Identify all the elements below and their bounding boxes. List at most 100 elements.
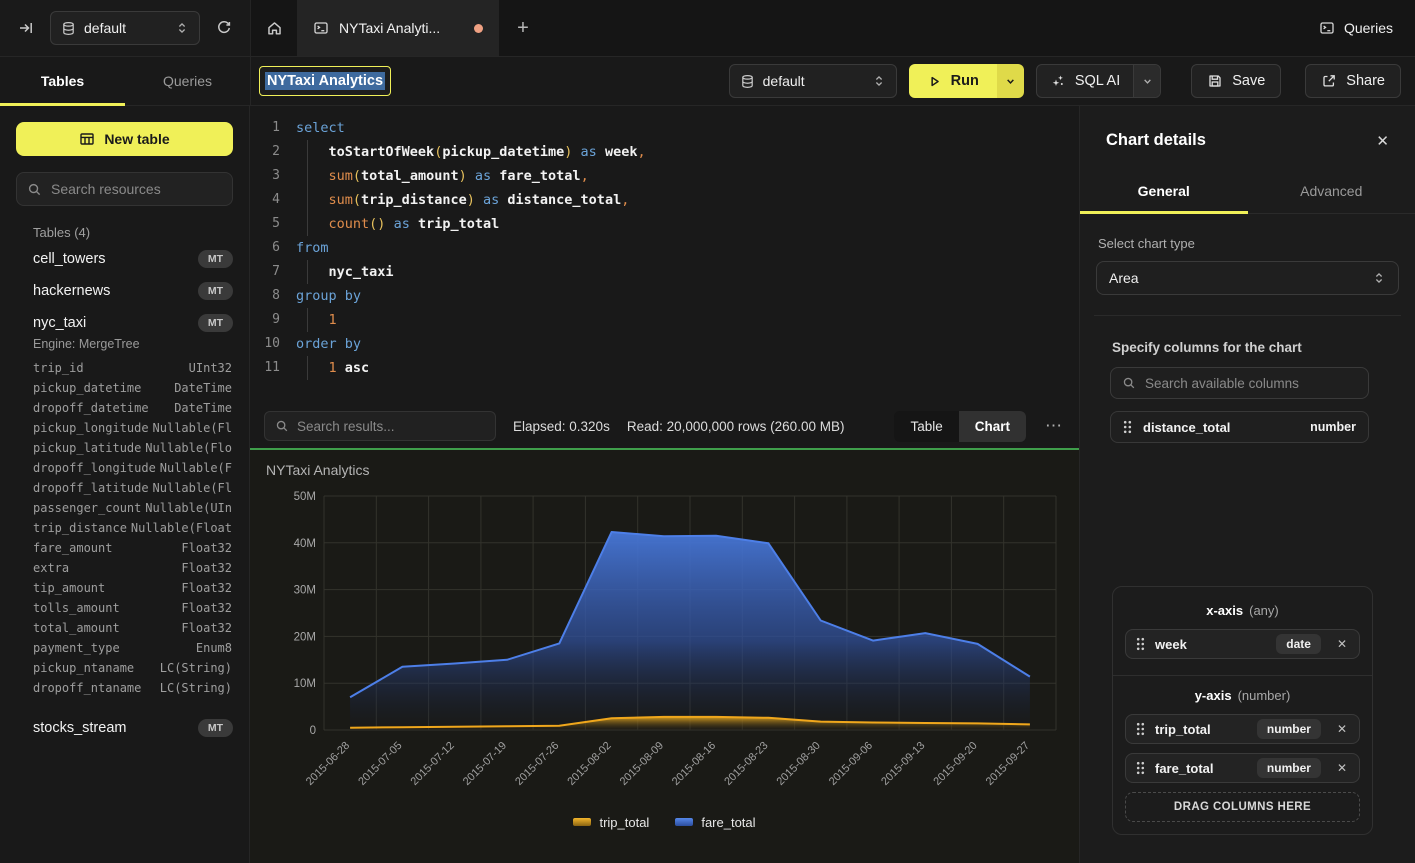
chart-title: NYTaxi Analytics — [266, 458, 1063, 484]
axes-divider — [1113, 675, 1372, 676]
refresh-button[interactable] — [210, 14, 238, 42]
column-type: DateTime — [174, 398, 232, 418]
view-toggle-chart[interactable]: Chart — [959, 411, 1026, 442]
legend-item-trip_total[interactable]: trip_total — [573, 815, 649, 830]
axis-item-week[interactable]: weekdate✕ — [1125, 629, 1360, 659]
code-line-1[interactable]: 1select — [258, 116, 1079, 140]
elapsed-time: Elapsed: 0.320s — [513, 419, 610, 434]
save-button[interactable]: Save — [1191, 64, 1281, 98]
drag-handle-icon[interactable] — [1123, 420, 1132, 434]
axis-item-trip_total[interactable]: trip_totalnumber✕ — [1125, 714, 1360, 744]
query-tab[interactable]: NYTaxi Analyti... — [297, 0, 499, 56]
table-item-cell_towers[interactable]: cell_towersMT — [16, 243, 233, 275]
table-name: stocks_stream — [33, 720, 126, 736]
query-database-value: default — [763, 73, 805, 89]
database-selector[interactable]: default — [50, 11, 200, 45]
new-table-button[interactable]: New table — [16, 122, 233, 156]
code-line-7[interactable]: 7 nyc_taxi — [258, 260, 1079, 284]
remove-icon[interactable]: ✕ — [1335, 759, 1349, 777]
home-button[interactable] — [251, 0, 297, 56]
code-text: count() as trip_total — [296, 212, 499, 236]
column-type: Float32 — [181, 578, 232, 598]
sidebar-tab-queries[interactable]: Queries — [125, 57, 250, 105]
unsaved-changes-dot — [474, 24, 483, 33]
column-type: LC(String) — [160, 658, 232, 678]
code-line-11[interactable]: 11 1 asc — [258, 356, 1079, 380]
column-row: dropoff_datetimeDateTime — [33, 398, 232, 418]
indent-guide — [307, 188, 308, 212]
column-type: Nullable(Fl — [153, 478, 232, 498]
code-line-6[interactable]: 6from — [258, 236, 1079, 260]
column-type: Nullable(Flo — [145, 438, 232, 458]
remove-icon[interactable]: ✕ — [1335, 635, 1349, 653]
available-column-distance_total[interactable]: distance_totalnumber — [1110, 411, 1369, 443]
sql-ai-options-button[interactable] — [1133, 65, 1160, 97]
query-title-selected-text: NYTaxi Analytics — [265, 72, 385, 90]
svg-text:30M: 30M — [294, 585, 316, 597]
line-number: 9 — [258, 308, 280, 332]
column-name: pickup_longitude — [33, 418, 149, 438]
run-options-button[interactable] — [997, 64, 1024, 98]
column-row: trip_idUInt32 — [33, 358, 232, 378]
chevron-updown-icon — [175, 21, 189, 35]
results-more-button[interactable]: ⋯ — [1043, 416, 1065, 436]
column-name: dropoff_ntaname — [33, 678, 141, 698]
svg-text:10M: 10M — [294, 678, 316, 690]
queries-button[interactable]: Queries — [1297, 0, 1415, 56]
remove-icon[interactable]: ✕ — [1335, 720, 1349, 738]
code-line-10[interactable]: 10order by — [258, 332, 1079, 356]
table-item-hackernews[interactable]: hackernewsMT — [16, 275, 233, 307]
sidebar: New table Search resources Tables (4) ce… — [0, 106, 250, 863]
drag-handle-icon[interactable] — [1136, 722, 1145, 736]
view-toggle-table[interactable]: Table — [894, 411, 958, 442]
code-line-5[interactable]: 5 count() as trip_total — [258, 212, 1079, 236]
sql-ai-button[interactable]: SQL AI — [1037, 65, 1133, 97]
svg-text:2015-07-19: 2015-07-19 — [461, 740, 509, 788]
indent-guide — [307, 212, 308, 236]
code-line-4[interactable]: 4 sum(trip_distance) as distance_total, — [258, 188, 1079, 212]
code-line-2[interactable]: 2 toStartOfWeek(pickup_datetime) as week… — [258, 140, 1079, 164]
engine-badge: MT — [198, 282, 233, 300]
line-number: 6 — [258, 236, 280, 260]
sub-header: Tables Queries NYTaxi Analytics default … — [0, 56, 1415, 106]
drag-handle-icon[interactable] — [1136, 637, 1145, 651]
table-item-nyc_taxi[interactable]: nyc_taxiMT — [16, 307, 233, 339]
new-tab-button[interactable]: + — [499, 0, 547, 56]
run-button[interactable]: Run — [909, 64, 997, 98]
code-line-3[interactable]: 3 sum(total_amount) as fare_total, — [258, 164, 1079, 188]
query-database-selector[interactable]: default — [729, 64, 897, 98]
resources-search-input[interactable]: Search resources — [16, 172, 233, 206]
y-axis-hint: (number) — [1238, 688, 1291, 703]
legend-label: trip_total — [599, 815, 649, 830]
sql-ai-button-group: SQL AI — [1036, 64, 1161, 98]
tab-advanced[interactable]: Advanced — [1248, 171, 1415, 213]
share-button[interactable]: Share — [1305, 64, 1401, 98]
results-search-placeholder: Search results... — [297, 419, 395, 434]
legend-item-fare_total[interactable]: fare_total — [675, 815, 755, 830]
column-row: pickup_longitudeNullable(Fl — [33, 418, 232, 438]
svg-text:2015-06-28: 2015-06-28 — [304, 740, 352, 788]
drag-handle-icon[interactable] — [1136, 761, 1145, 775]
results-search-input[interactable]: Search results... — [264, 411, 496, 441]
query-title-input[interactable]: NYTaxi Analytics — [259, 66, 391, 96]
drop-zone[interactable]: DRAG COLUMNS HERE — [1125, 792, 1360, 822]
view-toggle-label: Chart — [975, 419, 1010, 434]
table-item-stocks_stream[interactable]: stocks_streamMT — [16, 712, 233, 744]
panel-title: Chart details — [1106, 131, 1206, 150]
engine-badge: MT — [198, 314, 233, 332]
code-line-9[interactable]: 9 1 — [258, 308, 1079, 332]
sidebar-tab-tables[interactable]: Tables — [0, 57, 125, 105]
column-type: Enum8 — [196, 638, 232, 658]
sql-editor[interactable]: 1select2 toStartOfWeek(pickup_datetime) … — [250, 106, 1079, 404]
code-line-8[interactable]: 8group by — [258, 284, 1079, 308]
line-number: 8 — [258, 284, 280, 308]
close-icon[interactable]: ✕ — [1376, 132, 1389, 150]
chart-type-label: Select chart type — [1098, 236, 1397, 251]
collapse-sidebar-button[interactable] — [12, 14, 40, 42]
save-icon — [1207, 73, 1223, 89]
axis-item-fare_total[interactable]: fare_totalnumber✕ — [1125, 753, 1360, 783]
columns-search-input[interactable]: Search available columns — [1110, 367, 1369, 399]
tab-general[interactable]: General — [1080, 171, 1248, 213]
table-name: cell_towers — [33, 251, 106, 267]
chart-type-select[interactable]: Area — [1096, 261, 1399, 295]
